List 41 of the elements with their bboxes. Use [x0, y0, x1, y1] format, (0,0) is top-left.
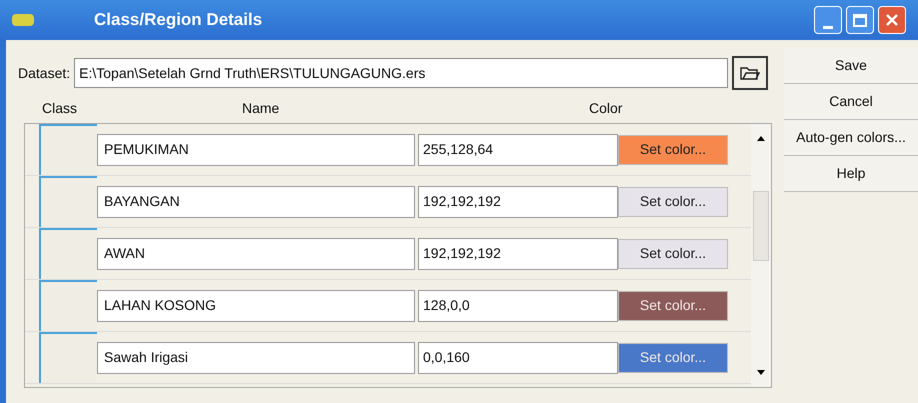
- folder-icon-button[interactable]: [732, 56, 768, 90]
- color-value-field[interactable]: 192,192,192: [418, 238, 618, 270]
- scroll-up-icon[interactable]: [757, 136, 765, 141]
- name-field[interactable]: Sawah Irigasi: [97, 342, 415, 374]
- set-color-button[interactable]: Set color...: [618, 238, 728, 268]
- dataset-field[interactable]: E:\Topan\Setelah Grnd Truth\ERS\TULUNGAGUNG.ers: [74, 58, 728, 88]
- folder-icon: [740, 65, 760, 81]
- dialog-button[interactable]: Cancel: [784, 84, 918, 120]
- color-value-field[interactable]: 192,192,192: [418, 186, 618, 218]
- color-value-field[interactable]: 128,0,0: [418, 290, 618, 322]
- class-cell: [39, 280, 97, 331]
- dialog-button[interactable]: Help: [784, 156, 918, 192]
- close-button[interactable]: [878, 6, 906, 34]
- column-header: Color: [588, 99, 622, 118]
- set-color-button[interactable]: Set color...: [618, 342, 728, 372]
- dataset-label: Dataset:: [18, 64, 70, 82]
- scrollbar[interactable]: [751, 124, 771, 387]
- set-color-button[interactable]: Set color...: [618, 290, 728, 320]
- app-icon: [12, 14, 34, 26]
- close-icon: [886, 14, 898, 26]
- scroll-down-icon[interactable]: [757, 370, 765, 375]
- column-header: Class: [42, 99, 78, 118]
- class-cell: [39, 228, 97, 279]
- minimize-button[interactable]: [814, 6, 842, 34]
- name-field[interactable]: LAHAN KOSONG: [97, 290, 415, 322]
- name-field[interactable]: PEMUKIMAN: [97, 134, 415, 166]
- set-color-button[interactable]: Set color...: [618, 186, 728, 216]
- column-header: Name: [241, 99, 280, 118]
- dialog-button[interactable]: Auto-gen colors...: [784, 120, 918, 156]
- class-cell: [39, 332, 97, 383]
- set-color-button[interactable]: Set color...: [618, 134, 728, 164]
- dialog-button[interactable]: Save: [784, 48, 918, 84]
- window-title: Class/Region Details: [94, 9, 262, 32]
- name-field[interactable]: AWAN: [97, 238, 415, 270]
- class-cell: [39, 124, 97, 175]
- maximize-button[interactable]: [846, 6, 874, 34]
- color-value-field[interactable]: 0,0,160: [418, 342, 618, 374]
- color-value-field[interactable]: 255,128,64: [418, 134, 618, 166]
- class-cell: [39, 176, 97, 227]
- scroll-thumb[interactable]: [753, 190, 769, 260]
- name-field[interactable]: BAYANGAN: [97, 186, 415, 218]
